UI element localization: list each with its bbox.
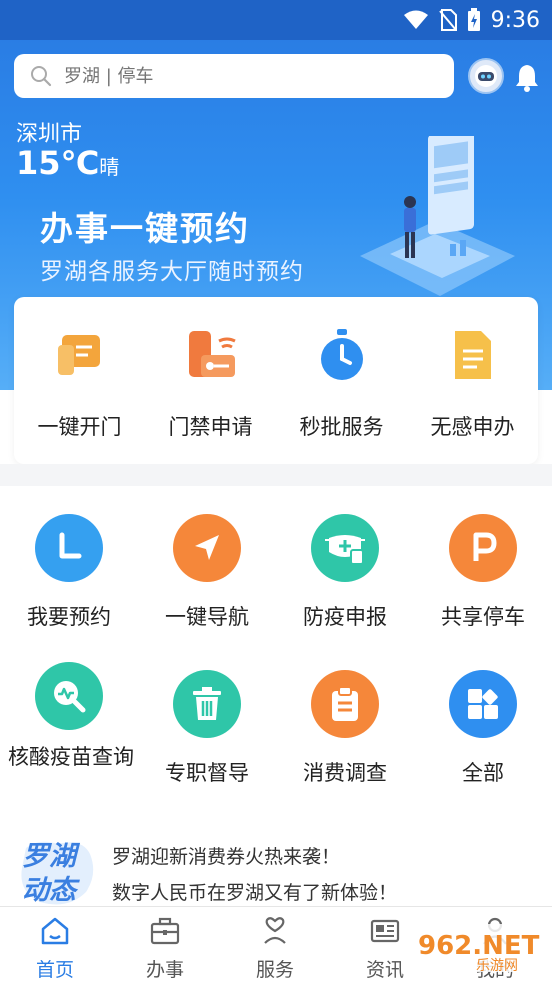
news-logo-label: 罗湖动态 <box>22 841 76 906</box>
quick-action-access-apply[interactable]: 门禁申请 <box>145 297 276 464</box>
service-icon-bg <box>35 514 103 582</box>
site-watermark: 962.NET 乐游网 <box>412 924 548 974</box>
quick-action-label: 门禁申请 <box>168 415 253 439</box>
service-test-vaccine-query[interactable]: 核酸疫苗查询 <box>0 662 138 770</box>
service-heart-icon <box>264 917 286 944</box>
clipboard-icon <box>332 686 358 721</box>
banner-title[interactable]: 办事一键预约 <box>40 202 250 250</box>
status-time: 9:36 <box>490 7 540 33</box>
section-divider <box>0 464 552 486</box>
search-input[interactable] <box>64 65 424 87</box>
parking-icon <box>473 532 497 561</box>
service-navigation[interactable]: 一键导航 <box>138 514 276 630</box>
service-icon-bg <box>449 514 517 582</box>
search-bar[interactable] <box>14 54 454 98</box>
service-label: 共享停车 <box>441 605 525 629</box>
quick-action-instant-approval[interactable]: 秒批服务 <box>276 297 407 464</box>
service-label: 消费调查 <box>303 761 387 785</box>
quick-action-label: 秒批服务 <box>299 415 384 439</box>
robot-avatar[interactable] <box>468 58 504 94</box>
service-icon-bg <box>449 670 517 738</box>
document-icon <box>454 331 491 379</box>
battery-charging-icon <box>467 8 480 31</box>
newspaper-icon <box>370 919 400 943</box>
watermark-sub: 乐游网 <box>476 958 518 974</box>
service-icon-bg <box>311 670 379 738</box>
banner-subtitle: 罗湖各服务大厅随时预约 <box>40 259 304 285</box>
mask-icon <box>325 535 365 565</box>
service-shared-parking[interactable]: 共享停车 <box>414 514 552 630</box>
service-label: 防疫申报 <box>303 605 387 629</box>
nav-affairs[interactable]: 办事 <box>110 907 220 981</box>
door-card-icon <box>57 335 100 375</box>
health-search-icon <box>54 681 86 713</box>
news-item[interactable]: 罗湖迎新消费券火热来袭！ <box>112 842 340 869</box>
nav-services[interactable]: 服务 <box>220 907 330 981</box>
no-sim-icon <box>438 9 457 31</box>
status-icons: 9:36 <box>403 6 540 34</box>
service-label: 全部 <box>462 761 504 785</box>
quick-action-seamless-apply[interactable]: 无感申办 <box>407 297 538 464</box>
home-icon <box>41 917 69 945</box>
nav-label: 首页 <box>35 959 74 981</box>
bell-icon[interactable] <box>514 62 540 92</box>
service-supervision[interactable]: 专职督导 <box>138 670 276 786</box>
wifi-icon <box>403 10 428 29</box>
weather-condition: 晴 <box>99 155 120 179</box>
service-icon-bg <box>173 514 241 582</box>
weather-info: 15℃晴 <box>16 144 119 182</box>
temperature: 15℃ <box>16 144 100 182</box>
service-consumer-survey[interactable]: 消费调查 <box>276 670 414 786</box>
banner-illustration <box>360 136 515 296</box>
quick-action-label: 无感申办 <box>430 415 515 439</box>
service-label: 一键导航 <box>165 605 249 629</box>
access-key-icon <box>188 331 236 377</box>
service-label: 核酸疫苗查询 <box>8 745 134 769</box>
grid-icon <box>468 689 498 719</box>
news-logo-text[interactable]: 罗湖动态 <box>22 840 88 908</box>
quick-action-label: 一键开门 <box>37 415 122 439</box>
service-appointment[interactable]: 我要预约 <box>0 514 138 630</box>
status-bar: 9:36 <box>0 0 552 40</box>
navigation-arrow-icon <box>195 535 219 560</box>
nav-label: 服务 <box>255 959 294 981</box>
service-icon-bg <box>173 670 241 738</box>
nav-home[interactable]: 首页 <box>0 907 110 981</box>
news-item[interactable]: 数字人民币在罗湖又有了新体验！ <box>112 878 397 905</box>
stopwatch-icon <box>320 329 363 380</box>
service-all[interactable]: 全部 <box>414 670 552 786</box>
service-epidemic-report[interactable]: 防疫申报 <box>276 514 414 630</box>
quick-action-card: 一键开门 门禁申请 秒批服务 无感申办 <box>14 297 538 464</box>
watermark-text: 962.NET <box>418 931 540 961</box>
briefcase-icon <box>150 917 180 945</box>
search-icon <box>31 66 52 87</box>
quick-action-open-door[interactable]: 一键开门 <box>14 297 145 464</box>
trash-icon <box>193 687 221 720</box>
service-icon-bg <box>311 514 379 582</box>
service-label: 专职督导 <box>165 761 249 785</box>
service-label: 我要预约 <box>27 605 111 629</box>
clock-icon <box>59 532 82 559</box>
robot-icon <box>475 65 497 87</box>
service-icon-bg <box>35 662 103 730</box>
nav-label: 办事 <box>145 959 184 981</box>
